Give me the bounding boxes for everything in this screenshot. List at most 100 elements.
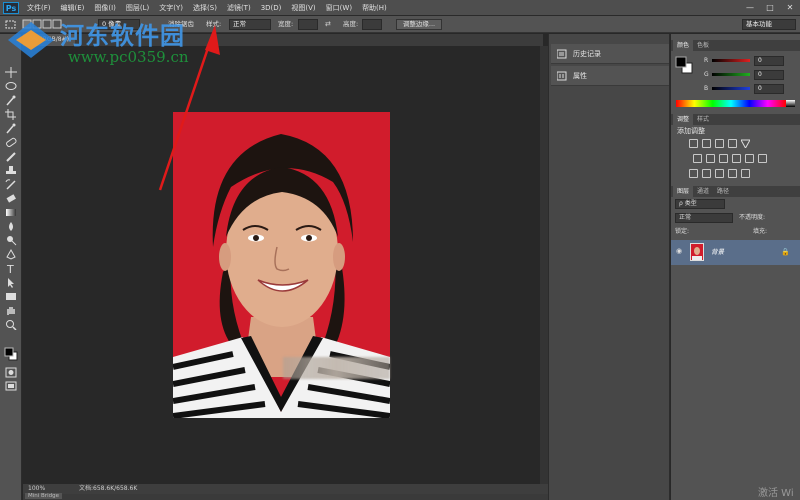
menu-file[interactable]: 文件(F) [22, 0, 56, 16]
menu-type[interactable]: 文字(Y) [154, 0, 188, 16]
toolbox: T [0, 34, 22, 500]
menu-help[interactable]: 帮助(H) [357, 0, 392, 16]
visibility-eye-icon[interactable]: ◉ [676, 247, 682, 255]
color-lookup-icon[interactable] [758, 154, 767, 163]
color-spectrum-bar[interactable] [676, 100, 786, 107]
invert-icon[interactable] [689, 169, 698, 178]
healing-brush-tool-icon[interactable] [5, 137, 17, 148]
eyedropper-tool-icon[interactable] [5, 123, 17, 134]
pen-tool-icon[interactable] [5, 249, 17, 260]
color-swatches[interactable] [4, 347, 18, 361]
menu-select[interactable]: 选择(S) [188, 0, 222, 16]
refine-edge-button[interactable]: 调整边缘... [396, 19, 442, 30]
menu-image[interactable]: 图像(I) [89, 0, 121, 16]
screen-mode-icon[interactable] [5, 380, 17, 391]
minimize-button[interactable]: — [740, 0, 760, 16]
tab-adjustments[interactable]: 调整 [673, 114, 694, 125]
opacity-label: 不透明度: [739, 214, 766, 221]
adjustment-icons-row-2 [693, 154, 771, 163]
properties-panel-button[interactable]: 属性 [551, 66, 669, 86]
gradient-tool-icon[interactable] [5, 207, 17, 218]
channel-mixer-icon[interactable] [745, 154, 754, 163]
right-panel-dock: 颜色 色板 R 0 G 0 B 0 调整 样式 添加调整 图层 通道 路径 ρ … [671, 34, 800, 500]
fg-bg-color-picker[interactable] [675, 56, 693, 74]
path-select-tool-icon[interactable] [5, 277, 17, 288]
green-slider[interactable]: G 0 [704, 70, 799, 80]
history-label: 历史记录 [573, 50, 601, 58]
menu-view[interactable]: 视图(V) [286, 0, 320, 16]
layer-name: 背景 [711, 248, 724, 256]
blurred-region [283, 357, 390, 379]
lasso-tool-icon[interactable] [5, 81, 17, 92]
style-select[interactable]: 正常 [229, 19, 271, 30]
adjustment-icons-row-1 [689, 139, 754, 150]
quick-select-tool-icon[interactable] [5, 95, 17, 106]
layer-thumbnail [690, 243, 704, 261]
menu-edit[interactable]: 编辑(E) [56, 0, 90, 16]
document-info[interactable]: 文档:658.6K/658.6K [79, 484, 137, 494]
blur-tool-icon[interactable] [5, 221, 17, 232]
tab-color[interactable]: 颜色 [673, 40, 694, 51]
vertical-scrollbar[interactable] [540, 46, 548, 484]
maximize-button[interactable]: □ [760, 0, 780, 16]
eraser-tool-icon[interactable] [5, 193, 17, 204]
move-tool-icon[interactable] [5, 67, 17, 78]
watermark-logo [4, 18, 58, 62]
exposure-icon[interactable] [728, 139, 737, 148]
clone-stamp-tool-icon[interactable] [5, 165, 17, 176]
hue-saturation-icon[interactable] [693, 154, 702, 163]
menu-layer[interactable]: 图层(L) [121, 0, 154, 16]
tab-channels[interactable]: 通道 [693, 186, 713, 197]
blue-slider[interactable]: B 0 [704, 84, 799, 94]
green-value[interactable]: 0 [754, 70, 784, 80]
black-white-icon[interactable] [719, 154, 728, 163]
photo-filter-icon[interactable] [732, 154, 741, 163]
zoom-tool-icon[interactable] [5, 319, 17, 330]
menu-bar: Ps 文件(F) 编辑(E) 图像(I) 图层(L) 文字(Y) 选择(S) 滤… [0, 0, 800, 16]
properties-icon [556, 71, 567, 81]
tab-styles[interactable]: 样式 [693, 114, 713, 125]
color-panel-tabs: 颜色 色板 [671, 40, 800, 51]
tab-layers[interactable]: 图层 [673, 186, 694, 197]
blend-mode-select[interactable]: 正常 [675, 213, 733, 223]
red-value[interactable]: 0 [754, 56, 784, 66]
blue-value[interactable]: 0 [754, 84, 784, 94]
levels-icon[interactable] [702, 139, 711, 148]
threshold-icon[interactable] [715, 169, 724, 178]
shape-tool-icon[interactable] [5, 291, 17, 302]
dodge-tool-icon[interactable] [5, 235, 17, 246]
history-icon [556, 49, 567, 59]
adjustments-panel-tabs: 调整 样式 [671, 114, 800, 125]
hand-tool-icon[interactable] [5, 305, 17, 316]
workspace-select[interactable]: 基本功能 [742, 19, 796, 30]
collapsed-panel-dock: 历史记录 属性 [548, 34, 670, 500]
height-input[interactable] [362, 19, 382, 30]
crop-tool-icon[interactable] [5, 109, 17, 120]
menu-filter[interactable]: 滤镜(T) [222, 0, 256, 16]
close-button[interactable]: ✕ [780, 0, 800, 16]
brightness-icon[interactable] [689, 139, 698, 148]
curves-icon[interactable] [715, 139, 724, 148]
menu-3d[interactable]: 3D(D) [256, 0, 287, 16]
mini-bridge-tab[interactable]: Mini Bridge [25, 493, 62, 499]
selective-color-icon[interactable] [741, 169, 750, 178]
fill-label: 填充: [753, 228, 768, 235]
swap-icon[interactable]: ⇄ [325, 20, 331, 28]
red-slider[interactable]: R 0 [704, 56, 799, 66]
posterize-icon[interactable] [702, 169, 711, 178]
history-panel-button[interactable]: 历史记录 [551, 44, 669, 64]
tab-paths[interactable]: 路径 [713, 186, 733, 197]
width-input[interactable] [298, 19, 318, 30]
gradient-map-icon[interactable] [728, 169, 737, 178]
history-brush-tool-icon[interactable] [5, 179, 17, 190]
tab-swatches[interactable]: 色板 [693, 40, 713, 51]
menu-window[interactable]: 窗口(W) [321, 0, 357, 16]
brush-tool-icon[interactable] [5, 151, 17, 162]
vibrance-icon[interactable] [740, 139, 751, 150]
bw-ramp[interactable] [786, 100, 795, 107]
type-tool-icon[interactable]: T [5, 263, 17, 274]
quick-mask-icon[interactable] [5, 367, 17, 378]
color-balance-icon[interactable] [706, 154, 715, 163]
layer-background[interactable]: ◉ 背景 🔒 [671, 240, 800, 265]
layer-kind-filter[interactable]: ρ 类型 [675, 199, 725, 209]
